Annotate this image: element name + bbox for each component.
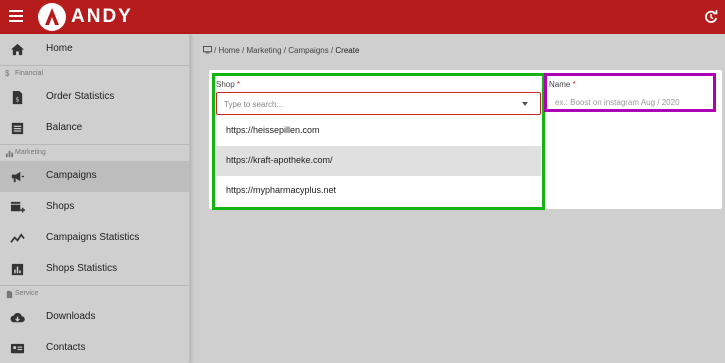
section-financial: $ Financial <box>0 65 189 82</box>
shop-search-placeholder: Type to search... <box>224 100 284 109</box>
svg-text:$: $ <box>15 95 19 103</box>
document-icon <box>6 290 13 299</box>
cloud-download-icon <box>10 313 25 323</box>
contact-card-icon <box>10 343 25 354</box>
breadcrumb: / Home / Marketing / Campaigns / Create <box>203 46 359 55</box>
receipt-icon: $ <box>12 90 23 105</box>
shop-option[interactable]: https://mypharmacyplus.net <box>216 176 541 206</box>
dollar-icon: $ <box>5 69 10 78</box>
campaign-name-placeholder: ex.: Boost on instagram Aug / 2020 <box>555 98 680 107</box>
sidebar-item-label: Balance <box>46 122 83 133</box>
section-service: Service <box>0 285 189 302</box>
sidebar-item-campaigns[interactable]: Campaigns <box>0 161 189 192</box>
sidebar-item-label: Campaigns <box>46 170 97 181</box>
required-mark: * <box>236 80 241 89</box>
breadcrumb-current: Create <box>335 46 360 55</box>
section-label: Service <box>15 290 39 297</box>
sidebar-item-shops[interactable]: Shops <box>0 192 189 223</box>
refresh-icon[interactable] <box>703 9 719 25</box>
section-label: Financial <box>15 70 44 77</box>
stats-box-icon <box>11 263 24 276</box>
sidebar-item-campaigns-statistics[interactable]: Campaigns Statistics <box>0 223 189 254</box>
andy-logo <box>38 3 66 31</box>
add-shop-icon <box>10 201 25 213</box>
shop-search-select[interactable]: Type to search... <box>216 92 541 115</box>
sidebar-item-label: Contacts <box>46 342 86 353</box>
sidebar-item-balance[interactable]: Balance <box>0 113 189 144</box>
section-label: Marketing <box>15 149 46 156</box>
sidebar-item-downloads[interactable]: Downloads <box>0 302 189 333</box>
sidebar-item-label: Shops <box>46 201 75 212</box>
sidebar-item-contacts[interactable]: Contacts <box>0 333 189 363</box>
monitor-icon <box>203 46 212 54</box>
bar-chart-icon <box>5 150 14 158</box>
required-mark: * <box>572 80 576 89</box>
hamburger-menu-icon[interactable] <box>9 10 23 22</box>
brand-name: ANDY <box>71 6 133 27</box>
sidebar: Home $ Financial $ Order Statistics Bala… <box>0 34 190 363</box>
trending-icon <box>10 233 25 243</box>
sidebar-item-home[interactable]: Home <box>0 34 189 65</box>
home-icon <box>10 43 25 56</box>
megaphone-icon <box>11 171 25 183</box>
name-field-label: Name * <box>549 80 576 89</box>
shop-options-dropdown: https://heissepillen.com https://kraft-a… <box>216 116 541 206</box>
shop-option[interactable]: https://heissepillen.com <box>216 116 541 146</box>
sidebar-item-shops-statistics[interactable]: Shops Statistics <box>0 254 189 285</box>
sidebar-item-label: Campaigns Statistics <box>46 232 140 243</box>
campaign-name-input[interactable]: ex.: Boost on instagram Aug / 2020 <box>549 92 713 112</box>
section-marketing: Marketing <box>0 144 189 161</box>
sidebar-item-label: Shops Statistics <box>46 263 118 274</box>
shop-option-highlighted[interactable]: https://kraft-apotheke.com/ <box>216 146 541 176</box>
sidebar-item-label: Downloads <box>46 311 96 322</box>
sidebar-item-label: Home <box>46 43 73 54</box>
sidebar-item-order-statistics[interactable]: $ Order Statistics <box>0 82 189 113</box>
sidebar-item-label: Order Statistics <box>46 91 115 102</box>
shop-field-label: Shop * <box>216 80 241 89</box>
breadcrumb-path[interactable]: / Home / Marketing / Campaigns / <box>214 46 335 55</box>
top-app-bar: ANDY <box>0 0 725 34</box>
dropdown-caret-icon[interactable] <box>522 102 528 106</box>
balance-list-icon <box>11 122 24 135</box>
